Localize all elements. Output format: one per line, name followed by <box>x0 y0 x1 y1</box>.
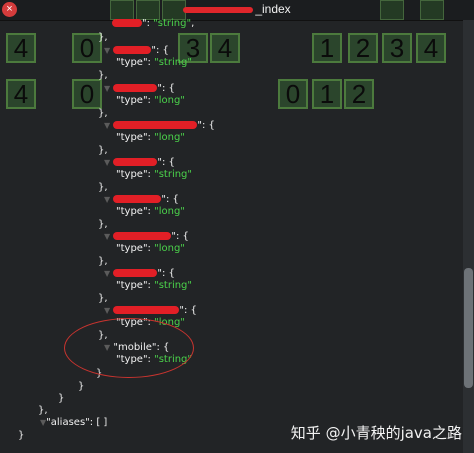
type-value: long <box>158 95 181 106</box>
expand-triangle-icon[interactable]: ▼ <box>104 306 110 315</box>
type-value: long <box>158 132 181 143</box>
expand-triangle-icon[interactable]: ▼ <box>104 46 110 55</box>
redaction-mark <box>112 19 142 27</box>
watermark: 知乎 @小青秧的java之路 <box>290 424 462 442</box>
scrollbar-thumb[interactable] <box>464 268 473 388</box>
json-field-line: ": "string", <box>112 18 194 29</box>
type-value: string <box>158 280 188 291</box>
aliases-field: ▼"aliases": [ ] <box>40 417 108 428</box>
aliases-value: [ ] <box>96 417 108 428</box>
type-value: long <box>158 243 181 254</box>
expand-triangle-icon[interactable]: ▼ <box>104 232 110 241</box>
type-value: long <box>158 206 181 217</box>
json-viewer-window: × _index 4 0 3 4 1 2 3 4 4 0 0 1 2 ": "s… <box>0 0 474 453</box>
expand-triangle-icon[interactable]: ▼ <box>104 158 110 167</box>
expand-triangle-icon[interactable]: ▼ <box>104 121 110 130</box>
expand-triangle-icon[interactable]: ▼ <box>104 195 110 204</box>
aliases-key: aliases <box>50 417 86 428</box>
type-value: string <box>158 57 188 68</box>
scrollbar[interactable] <box>463 20 474 453</box>
annotation-circle <box>64 318 194 378</box>
type-value: string <box>158 169 188 180</box>
expand-triangle-icon[interactable]: ▼ <box>104 269 110 278</box>
expand-triangle-icon[interactable]: ▼ <box>104 84 110 93</box>
json-tree: ": "string", }, ▼ ": { "type": "string" … <box>18 18 215 441</box>
type-value: string <box>157 18 187 29</box>
